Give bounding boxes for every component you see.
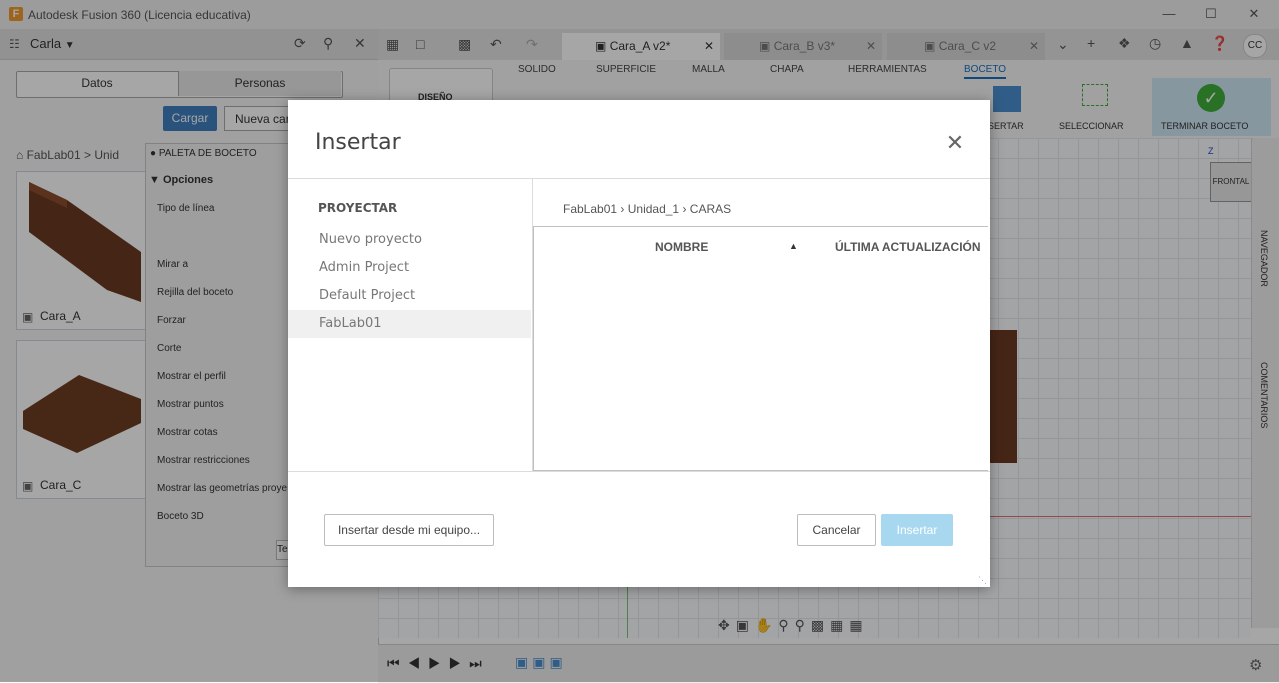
insert-button[interactable]: Insertar bbox=[881, 514, 953, 546]
chevron-right-icon: › bbox=[682, 202, 690, 216]
breadcrumb-item[interactable]: CARAS bbox=[690, 202, 731, 216]
column-header-updated[interactable]: ÚLTIMA ACTUALIZACIÓN bbox=[835, 240, 981, 254]
resize-grip-icon[interactable]: ⋱ bbox=[978, 575, 988, 585]
divider bbox=[288, 471, 990, 472]
breadcrumb-item[interactable]: FabLab01 bbox=[563, 202, 617, 216]
project-item[interactable]: Admin Project bbox=[288, 254, 531, 282]
close-icon[interactable]: ✕ bbox=[944, 132, 966, 154]
chevron-right-icon: › bbox=[620, 202, 628, 216]
project-item-selected[interactable]: FabLab01 bbox=[288, 310, 531, 338]
dialog-breadcrumb: FabLab01 › Unidad_1 › CARAS bbox=[563, 202, 731, 216]
column-header-name[interactable]: NOMBRE bbox=[655, 240, 708, 254]
dialog-title: Insertar bbox=[315, 130, 401, 155]
project-item[interactable]: Default Project bbox=[288, 282, 531, 310]
insert-from-computer-button[interactable]: Insertar desde mi equipo... bbox=[324, 514, 494, 546]
sort-ascending-icon[interactable]: ▲ bbox=[789, 241, 798, 251]
breadcrumb-item[interactable]: Unidad_1 bbox=[628, 202, 679, 216]
project-item[interactable]: Nuevo proyecto bbox=[288, 226, 531, 254]
project-section-label: PROYECTAR bbox=[318, 201, 398, 215]
cancel-button[interactable]: Cancelar bbox=[797, 514, 876, 546]
file-table bbox=[533, 226, 988, 471]
